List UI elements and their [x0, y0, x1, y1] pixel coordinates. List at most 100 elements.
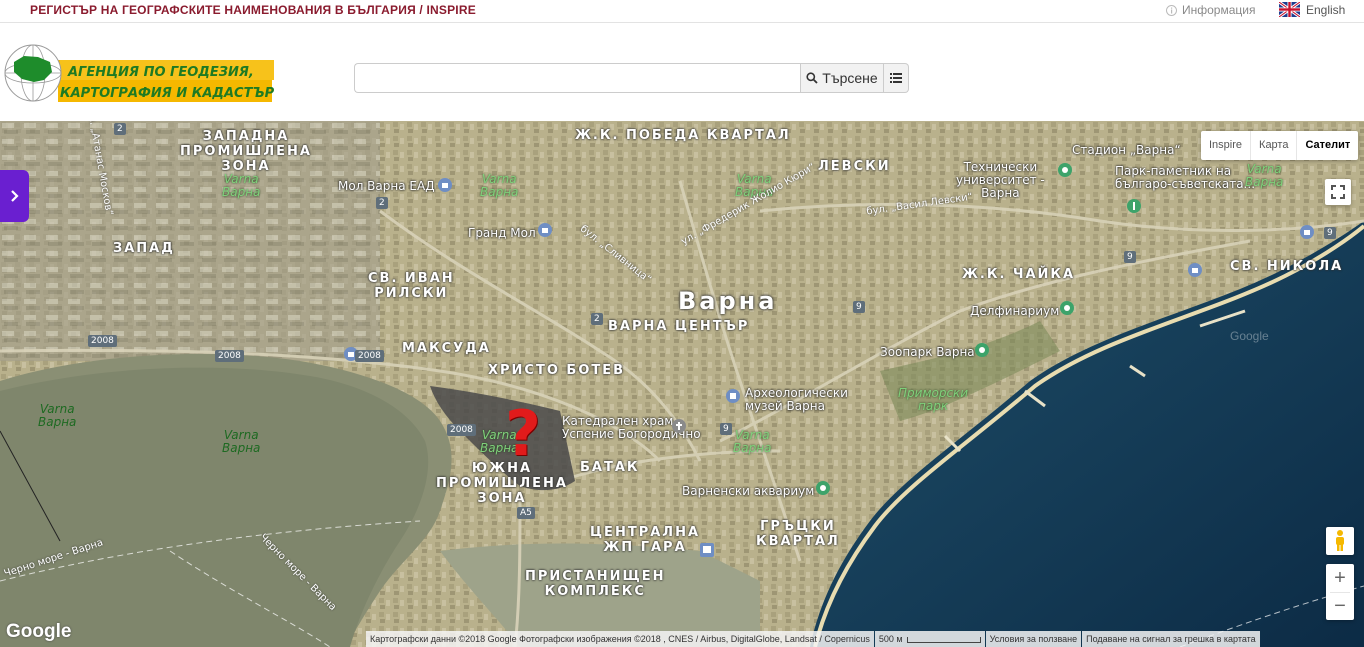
google-logo[interactable]: Google: [6, 621, 71, 643]
logo-line1: АГЕНЦИЯ ПО ГЕОДЕЗИЯ,: [67, 65, 254, 80]
district-label: ЗАПАДНА ПРОМИШЛЕНА ЗОНА: [180, 129, 312, 174]
district-label: ЗАПАД: [113, 241, 175, 256]
top-bar: РЕГИСТЪР НА ГЕОГРАФСКИТЕ НАИМЕНОВАНИЯ В …: [0, 0, 1364, 23]
poi-label[interactable]: Варненски аквариум: [682, 484, 814, 498]
road-shield: 9: [1124, 251, 1136, 263]
info-icon: [1166, 4, 1177, 16]
lang-label: English: [1306, 2, 1346, 17]
district-label: ГРЪЦКИ КВАРТАЛ: [756, 519, 840, 549]
fullscreen-icon: [1331, 185, 1345, 199]
district-label: Ж.К. ПОБЕДА КВАРТАЛ: [575, 128, 791, 143]
park-label: Приморски парк: [898, 386, 969, 413]
chevron-right-icon: [10, 190, 19, 202]
search-bar: Търсене: [354, 63, 909, 93]
city-label: Варна: [678, 287, 778, 315]
shopping-icon[interactable]: [1300, 225, 1314, 239]
uk-flag-icon: [1279, 2, 1300, 17]
shopping-icon[interactable]: [438, 178, 452, 192]
search-button[interactable]: Търсене: [800, 63, 884, 93]
district-label: СВ. НИКОЛА: [1230, 259, 1344, 274]
street-view-button[interactable]: [1326, 527, 1354, 555]
question-marker[interactable]: ?: [505, 397, 541, 470]
road-shield: 9: [720, 423, 732, 435]
poi-label[interactable]: Делфинариум: [970, 304, 1059, 318]
green-area-label: Varna Варна: [1245, 162, 1284, 189]
list-button[interactable]: [884, 63, 909, 93]
road-shield: 2008: [88, 335, 117, 347]
language-switch[interactable]: English: [1279, 2, 1345, 17]
road-shield: 2: [114, 123, 126, 135]
church-icon[interactable]: [672, 419, 686, 433]
district-label: ЦЕНТРАЛНА ЖП ГАРА: [590, 525, 701, 555]
lake-label: Varna Варна: [222, 428, 261, 455]
fullscreen-button[interactable]: [1325, 179, 1351, 205]
pegman-icon: [1336, 530, 1344, 551]
district-label: БАТАК: [580, 460, 640, 475]
road-shield: 2: [376, 197, 388, 209]
poi-label[interactable]: Археологически музей Варна: [745, 387, 848, 413]
search-icon: [806, 72, 818, 84]
search-input[interactable]: [354, 63, 800, 93]
district-label: Ж.К. ЧАЙКА: [962, 267, 1076, 282]
map-type-map[interactable]: Карта: [1251, 131, 1298, 160]
poi-label[interactable]: Зоопарк Варна: [880, 345, 975, 359]
road-shield: 9: [853, 301, 865, 313]
poi-label[interactable]: Парк-паметник на българо-съветската...: [1115, 165, 1255, 191]
poi-label[interactable]: Мол Варна ЕАД: [338, 179, 435, 193]
shopping-icon[interactable]: [538, 223, 552, 237]
road-shield: 2008: [447, 424, 476, 436]
district-label: СВ. ИВАН РИЛСКИ: [368, 271, 455, 301]
zoom-in-button[interactable]: +: [1326, 564, 1354, 592]
map-type-inspire[interactable]: Inspire: [1201, 131, 1252, 160]
scale-bar: [906, 636, 981, 643]
satellite-imagery: [0, 121, 1364, 647]
poi-label[interactable]: Гранд Мол: [468, 226, 536, 240]
shopping-icon[interactable]: [1188, 263, 1202, 277]
museum-icon[interactable]: [726, 389, 740, 403]
list-icon: [890, 73, 902, 83]
district-label: ХРИСТО БОТЕВ: [488, 363, 626, 378]
sidebar-toggle-button[interactable]: [0, 170, 29, 222]
district-label: МАКСУДА: [402, 341, 491, 356]
map-view[interactable]: ЗАПАДНА ПРОМИШЛЕНА ЗОНА Ж.К. ПОБЕДА КВАР…: [0, 121, 1364, 647]
minus-icon: −: [1334, 595, 1346, 617]
lake-label: Varna Варна: [38, 402, 77, 429]
monument-icon[interactable]: [1127, 199, 1141, 213]
road-shield: A5: [517, 507, 535, 519]
zoom-out-button[interactable]: −: [1326, 593, 1354, 620]
plus-icon: +: [1334, 566, 1346, 589]
info-link[interactable]: Информация: [1166, 3, 1255, 17]
stadium-icon[interactable]: [1058, 163, 1072, 177]
attribution-text: Картографски данни ©2018 Google Фотограф…: [366, 631, 874, 647]
search-button-label: Търсене: [822, 70, 878, 86]
road-shield: 2008: [355, 350, 384, 362]
report-error-link[interactable]: Подаване на сигнал за грешка в картата: [1082, 631, 1260, 647]
zoo-icon[interactable]: [975, 343, 989, 357]
agency-logo[interactable]: АГЕНЦИЯ ПО ГЕОДЕЗИЯ, КАРТОГРАФИЯ И КАДАС…: [4, 42, 276, 104]
district-label: ЛЕВСКИ: [818, 159, 891, 174]
zoom-control: + −: [1326, 564, 1354, 620]
map-type-control: Inspire Карта Сателит: [1201, 131, 1359, 160]
google-watermark: Google: [1230, 329, 1269, 343]
green-area-label: Varna Варна: [222, 172, 261, 199]
aquarium-icon[interactable]: [816, 481, 830, 495]
road-shield: 9: [1324, 227, 1336, 239]
info-label: Информация: [1182, 3, 1256, 17]
scale-label: 500 м: [878, 634, 903, 644]
attraction-icon[interactable]: [1060, 301, 1074, 315]
green-area-label: Varna Варна: [480, 172, 519, 199]
district-label: ПРИСТАНИЩЕН КОМПЛЕКС: [525, 569, 666, 599]
map-type-satellite[interactable]: Сателит: [1297, 131, 1358, 160]
green-area-label: Varna Варна: [733, 428, 772, 455]
poi-label[interactable]: Стадион „Варна“: [1072, 143, 1181, 157]
train-station-icon[interactable]: [700, 543, 714, 557]
scale-control[interactable]: 500 м: [874, 631, 985, 647]
road-shield: 2008: [215, 350, 244, 362]
logo-line2: КАРТОГРАФИЯ И КАДАСТЪР: [60, 86, 275, 101]
district-label: ВАРНА ЦЕНТЪР: [608, 319, 750, 334]
district-label: ЮЖНА ПРОМИШЛЕНА ЗОНА: [436, 461, 568, 506]
attribution-bar: Картографски данни ©2018 Google Фотограф…: [366, 631, 1261, 647]
site-title[interactable]: РЕГИСТЪР НА ГЕОГРАФСКИТЕ НАИМЕНОВАНИЯ В …: [30, 3, 476, 17]
road-shield: 2: [591, 313, 603, 325]
terms-link[interactable]: Условия за ползване: [985, 631, 1082, 647]
